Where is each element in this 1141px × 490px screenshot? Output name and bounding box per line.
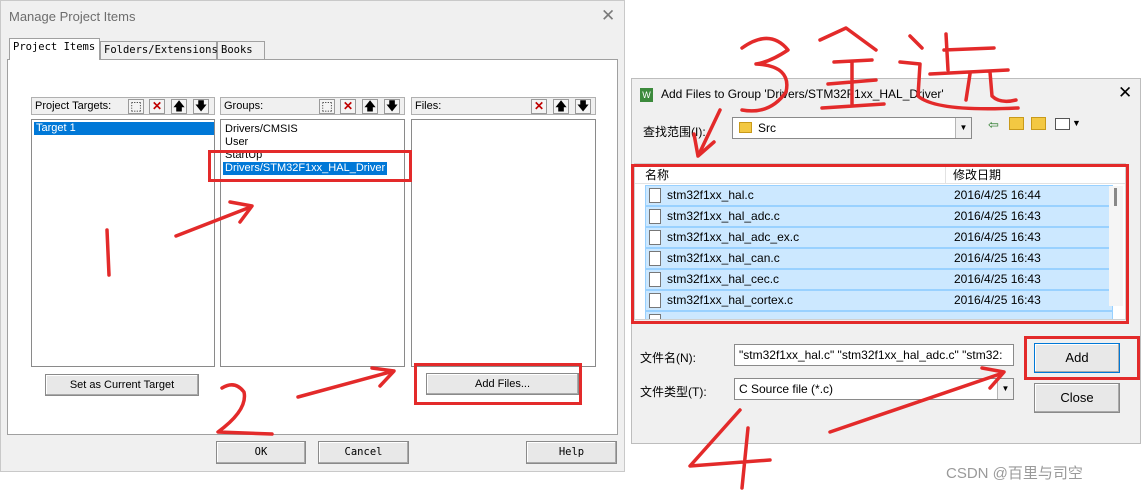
step3-digit-stroke <box>740 36 790 113</box>
arrow2-shaft <box>296 370 392 399</box>
step2-stroke <box>216 383 274 436</box>
step1-stroke <box>105 228 111 277</box>
arrow1-shaft <box>174 206 250 238</box>
step4-stroke <box>688 408 772 490</box>
annotation-strokes <box>105 26 1020 490</box>
tab-project-items[interactable]: Project Items <box>9 38 100 60</box>
step3-char2-stroke <box>898 32 1020 111</box>
watermark: CSDN @百里与司空 <box>946 465 1083 482</box>
arrow4-shaft <box>828 372 1002 434</box>
step3-char1-stroke <box>818 26 886 110</box>
